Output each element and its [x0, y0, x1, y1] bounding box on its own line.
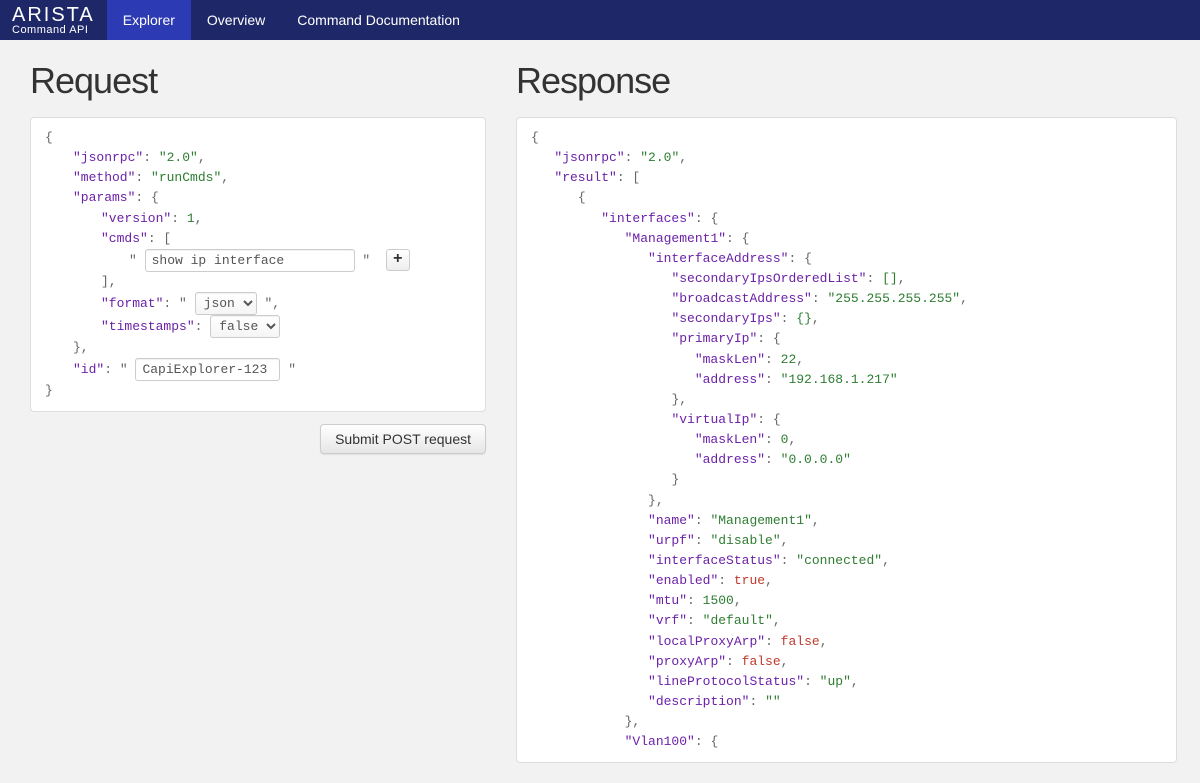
- nav-tabs: ExplorerOverviewCommand Documentation: [107, 0, 476, 40]
- main-container: Request { "jsonrpc": "2.0", "method": "r…: [15, 40, 1185, 783]
- nav-tab-overview[interactable]: Overview: [191, 0, 281, 40]
- response-column: Response { "jsonrpc": "2.0", "result": […: [516, 60, 1177, 763]
- format-select[interactable]: json: [195, 292, 257, 315]
- nav-tab-explorer[interactable]: Explorer: [107, 0, 191, 40]
- submit-button[interactable]: Submit POST request: [320, 424, 486, 454]
- command-input[interactable]: [145, 249, 355, 272]
- brand: ARISTA Command API: [10, 5, 107, 36]
- req-key-version: "version": [101, 211, 171, 226]
- req-val-version: 1: [187, 211, 195, 226]
- request-heading: Request: [30, 60, 486, 102]
- req-key-id: "id": [73, 362, 104, 377]
- req-key-cmds: "cmds": [101, 231, 148, 246]
- req-key-format: "format": [101, 296, 163, 311]
- req-key-timestamps: "timestamps": [101, 319, 195, 334]
- req-val-jsonrpc: "2.0": [159, 150, 198, 165]
- req-val-method: "runCmds": [151, 170, 221, 185]
- request-column: Request { "jsonrpc": "2.0", "method": "r…: [30, 60, 486, 763]
- nav-tab-command-documentation[interactable]: Command Documentation: [281, 0, 476, 40]
- response-heading: Response: [516, 60, 1177, 102]
- response-body: { "jsonrpc": "2.0", "result": [ { "inter…: [531, 128, 1162, 752]
- id-input[interactable]: [135, 358, 280, 381]
- timestamps-select[interactable]: false: [210, 315, 280, 338]
- req-key-jsonrpc: "jsonrpc": [73, 150, 143, 165]
- req-key-method: "method": [73, 170, 135, 185]
- req-key-params: "params": [73, 190, 135, 205]
- brand-subtitle: Command API: [12, 25, 95, 36]
- request-panel: { "jsonrpc": "2.0", "method": "runCmds",…: [30, 117, 486, 412]
- brand-logo: ARISTA: [12, 5, 95, 25]
- navbar: ARISTA Command API ExplorerOverviewComma…: [0, 0, 1200, 40]
- response-panel: { "jsonrpc": "2.0", "result": [ { "inter…: [516, 117, 1177, 763]
- add-command-button[interactable]: +: [386, 249, 410, 271]
